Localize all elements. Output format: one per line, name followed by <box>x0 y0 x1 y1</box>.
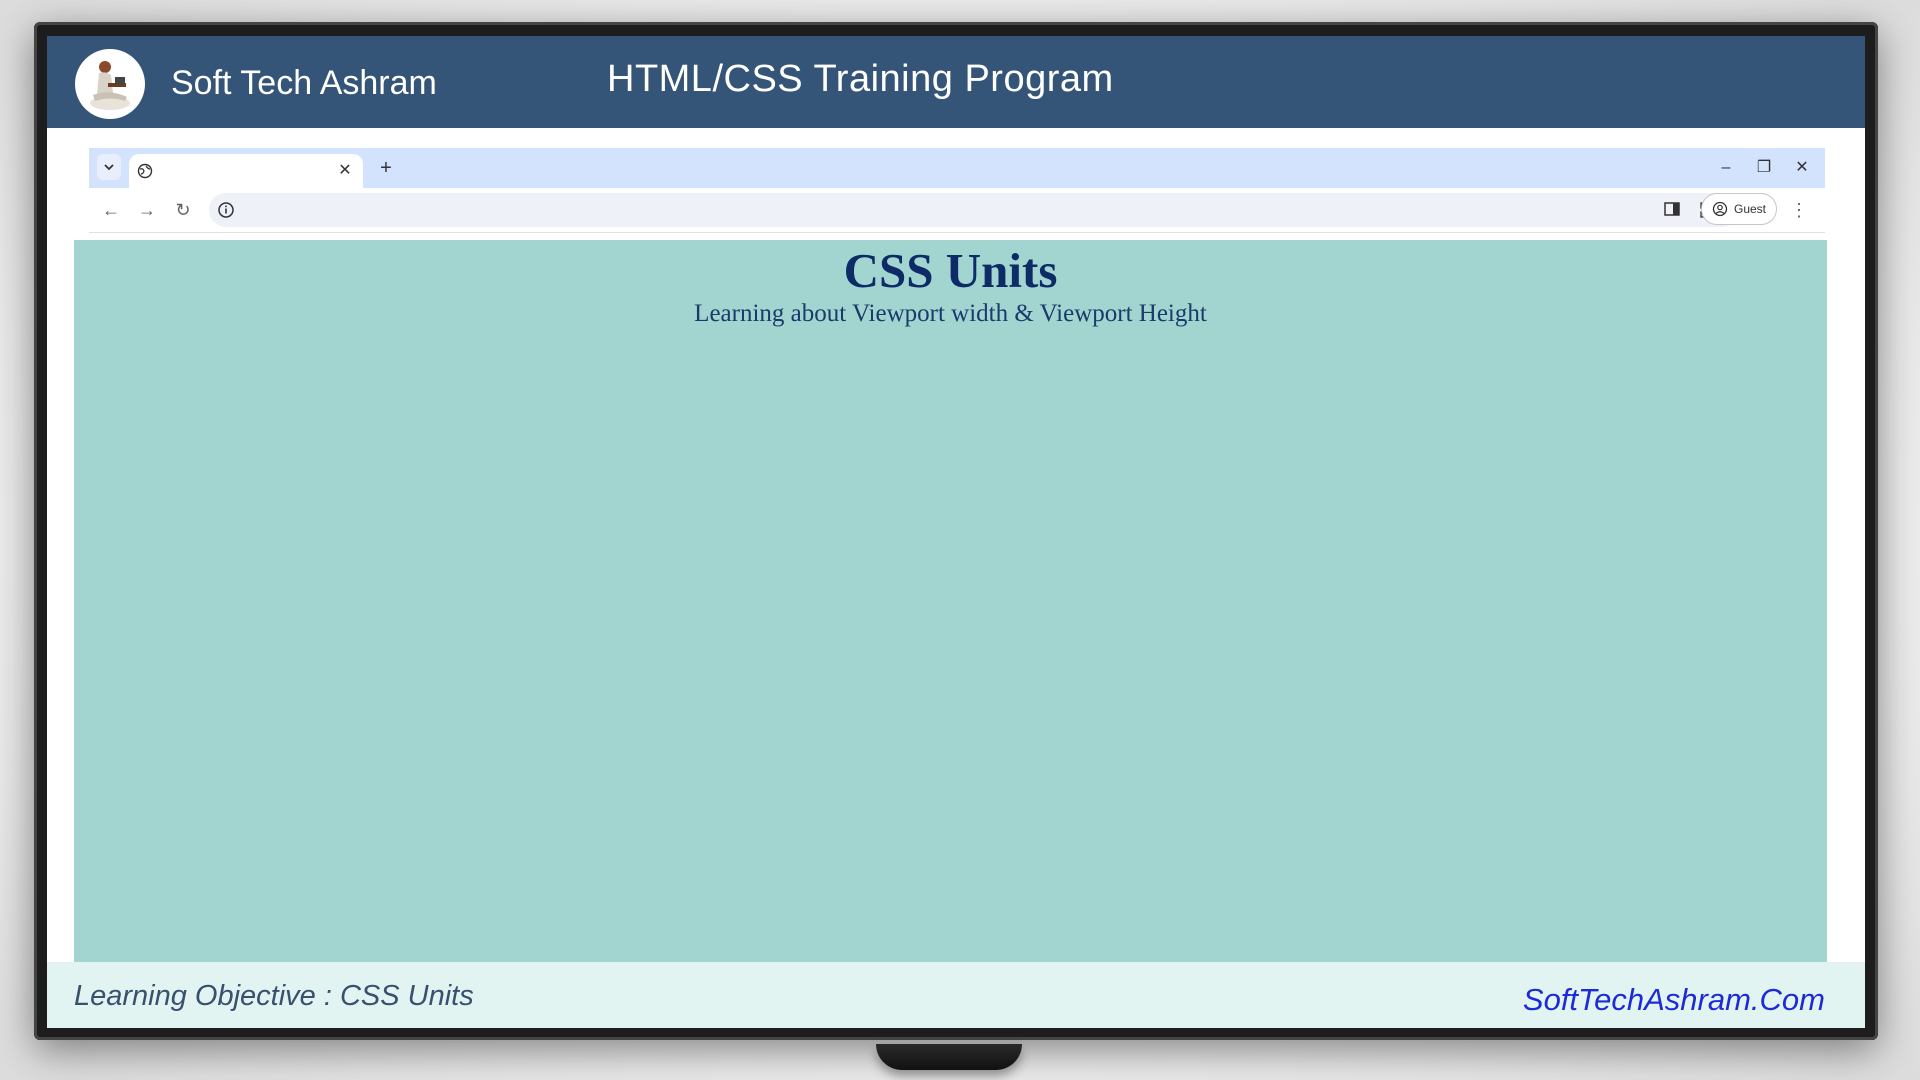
chevron-down-icon <box>104 164 114 171</box>
menu-button[interactable]: ⋮ <box>1789 198 1809 222</box>
ashram-logo-icon <box>75 49 145 119</box>
learning-objective: Learning Objective : CSS Units <box>74 980 474 1012</box>
info-icon[interactable] <box>217 201 235 219</box>
profile-button[interactable]: Guest <box>1701 193 1777 225</box>
address-bar[interactable] <box>209 193 1739 227</box>
tv-screen: Soft Tech Ashram HTML/CSS Training Progr… <box>47 36 1865 1028</box>
website-link[interactable]: SoftTechAshram.Com <box>1523 982 1825 1018</box>
scene-background: Soft Tech Ashram HTML/CSS Training Progr… <box>0 0 1920 1080</box>
tab-close-icon[interactable]: ✕ <box>335 161 355 181</box>
close-window-button[interactable]: ✕ <box>1789 156 1815 180</box>
new-tab-button[interactable]: + <box>375 157 397 179</box>
tv-stand <box>876 1044 1022 1070</box>
restore-button[interactable]: ❐ <box>1751 156 1777 180</box>
browser-tab[interactable]: ✕ <box>129 154 363 188</box>
tab-search-button[interactable] <box>97 154 121 180</box>
globe-icon <box>137 163 153 179</box>
lesson-footer: Learning Objective : CSS Units SoftTechA… <box>47 962 1865 1028</box>
page-heading: CSS Units <box>843 243 1058 298</box>
minimize-button[interactable]: – <box>1713 156 1739 180</box>
browser-toolbar: ← → ↻ Guest ⋮ <box>89 188 1825 233</box>
page-viewport: CSS Units Learning about Viewport width … <box>74 240 1827 962</box>
side-panel-icon[interactable] <box>1663 200 1681 218</box>
profile-label: Guest <box>1734 202 1767 216</box>
brand-name: Soft Tech Ashram <box>171 64 437 102</box>
page-subtitle: Learning about Viewport width & Viewport… <box>694 300 1207 327</box>
forward-button[interactable]: → <box>135 198 159 222</box>
tab-strip: ✕ + – ❐ ✕ <box>89 148 1825 188</box>
reload-button[interactable]: ↻ <box>171 198 195 222</box>
course-banner: Soft Tech Ashram HTML/CSS Training Progr… <box>47 36 1865 128</box>
account-circle-icon <box>1712 201 1728 217</box>
program-title: HTML/CSS Training Program <box>607 58 1114 100</box>
back-button[interactable]: ← <box>99 198 123 222</box>
browser-window: ✕ + – ❐ ✕ ← → ↻ Guest ⋮ <box>89 148 1825 233</box>
